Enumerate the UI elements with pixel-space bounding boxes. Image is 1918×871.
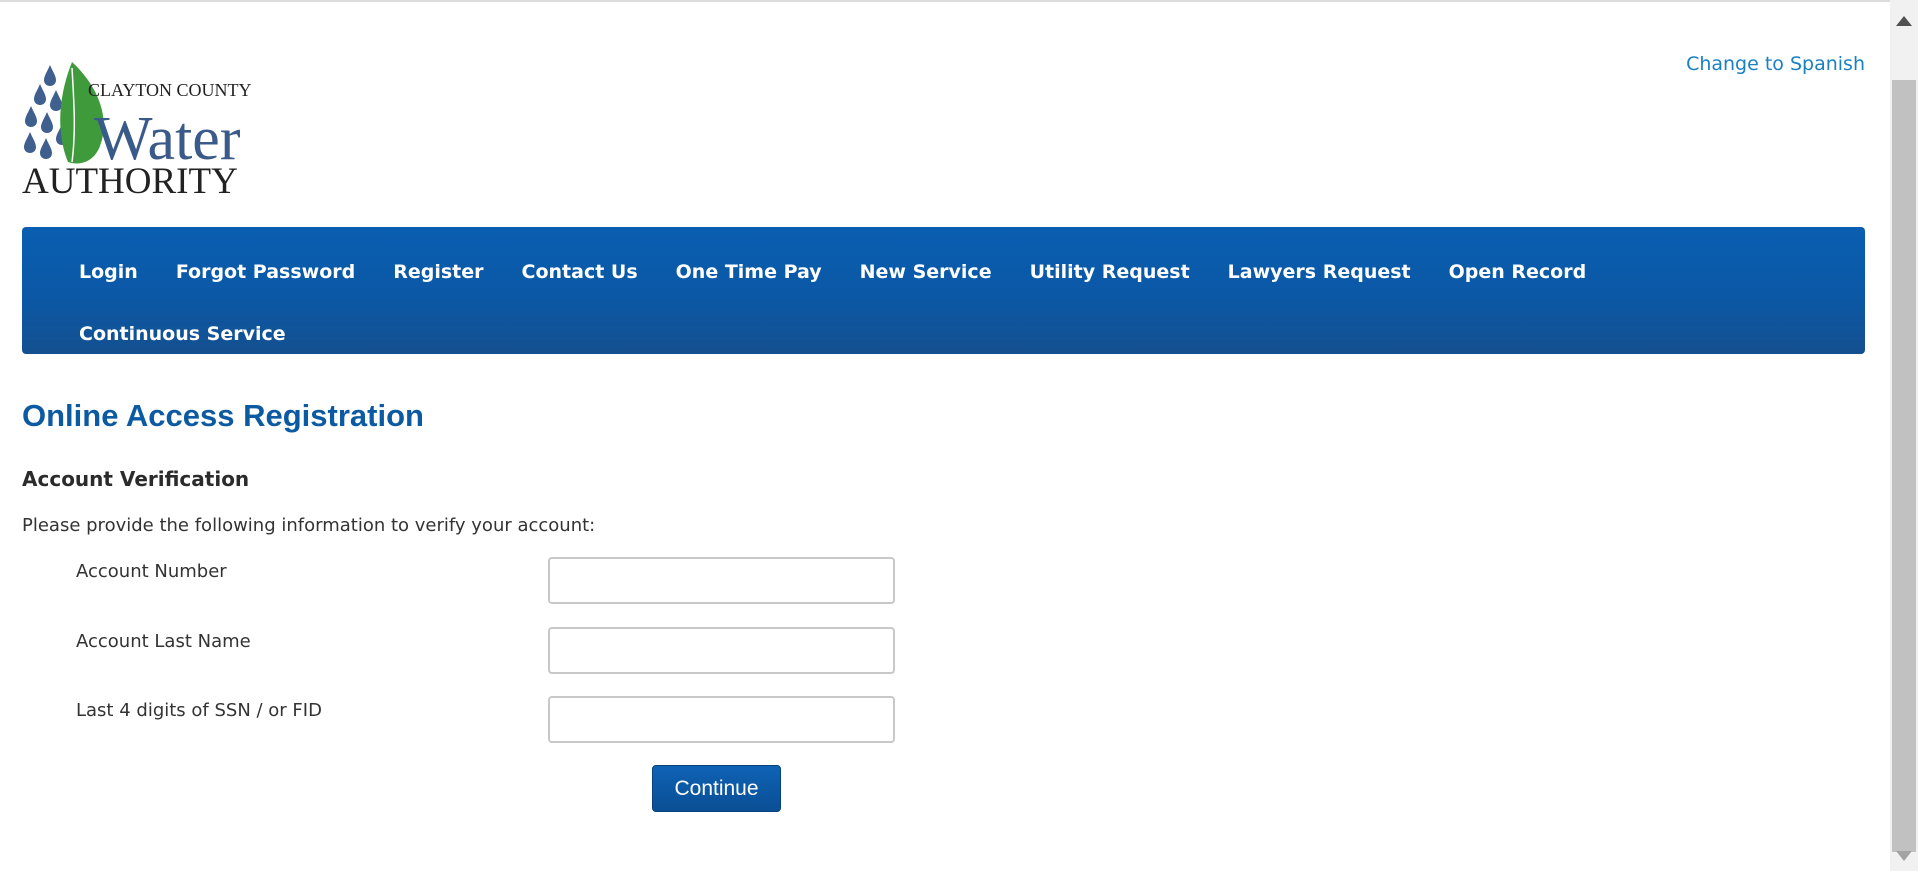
change-language-link[interactable]: Change to Spanish — [1686, 53, 1865, 75]
scroll-down-button[interactable] — [1890, 845, 1918, 867]
last-name-input[interactable] — [548, 627, 895, 674]
nav-item-lawyers-request[interactable]: Lawyers Request — [1209, 261, 1430, 283]
nav-item-continuous-service[interactable]: Continuous Service — [60, 323, 305, 345]
main-nav: Login Forgot Password Register Contact U… — [22, 227, 1865, 354]
nav-item-new-service[interactable]: New Service — [841, 261, 1011, 283]
page-container: CLAYTON COUNTY Water AUTHORITY Change to… — [22, 0, 1865, 871]
ssn-fid-label: Last 4 digits of SSN / or FID — [76, 700, 322, 721]
account-number-input[interactable] — [548, 557, 895, 604]
ssn-fid-input[interactable] — [548, 696, 895, 743]
nav-item-utility-request[interactable]: Utility Request — [1011, 261, 1209, 283]
clayton-county-water-authority-logo[interactable]: CLAYTON COUNTY Water AUTHORITY — [22, 62, 277, 197]
intro-text: Please provide the following information… — [22, 515, 596, 536]
last-name-label: Account Last Name — [76, 631, 251, 652]
page-title: Online Access Registration — [22, 398, 424, 433]
continue-button[interactable]: Continue — [652, 765, 781, 812]
section-title: Account Verification — [22, 467, 250, 491]
form-row-ssn-fid: Last 4 digits of SSN / or FID — [22, 696, 922, 746]
logo-line3: AUTHORITY — [22, 161, 238, 197]
scroll-up-arrow-icon — [1896, 16, 1912, 26]
logo-line1: CLAYTON COUNTY — [88, 80, 252, 100]
nav-row-1: Login Forgot Password Register Contact U… — [60, 241, 1865, 303]
nav-item-login[interactable]: Login — [60, 261, 157, 283]
nav-item-forgot-password[interactable]: Forgot Password — [157, 261, 374, 283]
form-row-last-name: Account Last Name — [22, 627, 922, 677]
scroll-up-button[interactable] — [1890, 10, 1918, 32]
nav-item-contact-us[interactable]: Contact Us — [503, 261, 657, 283]
nav-item-register[interactable]: Register — [374, 261, 502, 283]
nav-item-open-record[interactable]: Open Record — [1430, 261, 1606, 283]
vertical-scrollbar[interactable] — [1890, 0, 1918, 871]
scrollbar-thumb[interactable] — [1892, 80, 1916, 852]
scroll-down-arrow-icon — [1896, 851, 1912, 861]
account-number-label: Account Number — [76, 561, 227, 582]
form-row-account-number: Account Number — [22, 557, 922, 607]
nav-item-one-time-pay[interactable]: One Time Pay — [657, 261, 841, 283]
nav-row-2: Continuous Service — [60, 303, 1865, 365]
